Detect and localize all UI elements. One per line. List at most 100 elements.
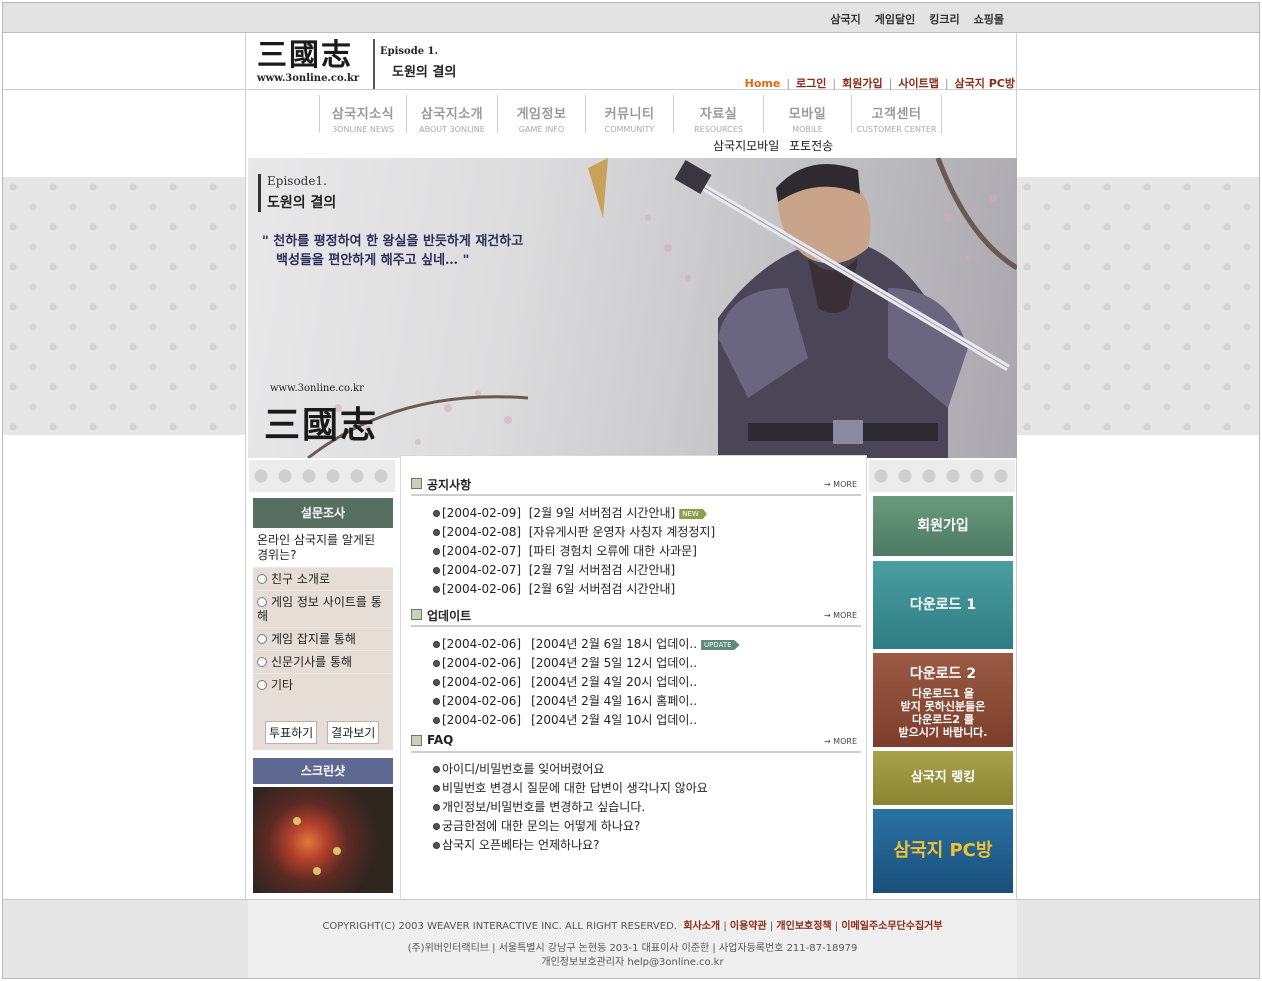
update-row[interactable]: [2004-02-06] [2004년 2월 4일 20시 업데이..: [411, 673, 861, 692]
nav-login-link[interactable]: 로그인: [796, 75, 826, 91]
update-row[interactable]: [2004-02-06] [2004년 2월 4일 16시 홈페이..: [411, 692, 861, 711]
notice-text[interactable]: [2월 6일 서버점검 시간안내]: [529, 582, 675, 596]
footer-link-terms[interactable]: 이용약관: [730, 921, 767, 932]
faq-question[interactable]: 아이디/비밀번호를 잊어버렸어요: [442, 762, 604, 776]
top-link-kingkri[interactable]: 킹크리: [929, 11, 959, 27]
faq-question[interactable]: 삼국지 오픈베타는 언제하나요?: [442, 838, 600, 852]
radio-button[interactable]: [257, 680, 267, 690]
nav-separator: |: [786, 76, 791, 90]
main-menu: 삼국지소식 3ONLINE NEWS 삼국지소개 ABOUT 3ONLINE 게…: [319, 95, 942, 134]
update-row[interactable]: [2004-02-06] [2004년 2월 5일 12시 업데이..: [411, 654, 861, 673]
update-text[interactable]: [2004년 2월 4일 20시 업데이..: [531, 675, 697, 689]
footer-link-privacy[interactable]: 개인보호정책: [776, 921, 831, 932]
notice-text[interactable]: [파티 경험치 오류에 대한 사과문]: [529, 544, 697, 558]
menu-item-about[interactable]: 삼국지소개 ABOUT 3ONLINE: [407, 95, 498, 134]
faq-row[interactable]: 개인정보/비밀번호를 변경하고 싶습니다.: [411, 798, 861, 817]
menu-label: 삼국지소개: [420, 107, 484, 122]
download2-button[interactable]: 다운로드 2 다운로드1 을 받지 못하신분들은 다운로드2 를 받으시기 바랍…: [873, 653, 1013, 747]
menu-item-community[interactable]: 커뮤니티 COMMUNITY: [586, 95, 674, 134]
poll-option[interactable]: 친구 소개로: [253, 567, 393, 590]
bullet-icon: [433, 529, 440, 536]
header-divider: [3, 89, 1259, 90]
right-ornament: [869, 460, 1015, 492]
menu-item-customer-center[interactable]: 고객센터 CUSTOMER CENTER: [852, 95, 942, 134]
menu-item-resources[interactable]: 자료실 RESOURCES: [674, 95, 764, 134]
update-row[interactable]: [2004-02-06] [2004년 2월 4일 10시 업데이..: [411, 711, 861, 730]
nav-pcbang-link[interactable]: 삼국지 PC방: [955, 75, 1015, 91]
logo-divider: [373, 39, 375, 89]
menu-sublabel: MOBILE: [792, 125, 823, 134]
vote-button[interactable]: 투표하기: [265, 721, 318, 744]
notice-date: [2004-02-06]: [442, 582, 522, 596]
faq-row[interactable]: 비밀번호 변경시 질문에 대한 답변이 생각나지 않아요: [411, 779, 861, 798]
notice-row[interactable]: [2004-02-09] [2월 9일 서버점검 시간안내] NEW: [411, 504, 861, 523]
faq-row[interactable]: 아이디/비밀번호를 잊어버렸어요: [411, 760, 861, 779]
faq-question[interactable]: 개인정보/비밀번호를 변경하고 싶습니다.: [442, 800, 645, 814]
faq-question[interactable]: 궁금한점에 대한 문의는 어떻게 하나요?: [442, 819, 640, 833]
menu-item-game-info[interactable]: 게임정보 GAME INFO: [498, 95, 586, 134]
update-row[interactable]: [2004-02-06] [2004년 2월 6일 18시 업데이.. UPDATE: [411, 635, 861, 654]
nav-sitemap-link[interactable]: 사이트맵: [898, 75, 938, 91]
notice-row[interactable]: [2004-02-07] [파티 경험치 오류에 대한 사과문]: [411, 542, 861, 561]
poll-option[interactable]: 기타: [253, 673, 393, 696]
footer-link-company[interactable]: 회사소개: [683, 921, 720, 932]
screenshot-thumbnail[interactable]: [253, 787, 393, 893]
faq-question[interactable]: 비밀번호 변경시 질문에 대한 답변이 생각나지 않아요: [442, 781, 708, 795]
nav-join-link[interactable]: 회원가입: [842, 75, 882, 91]
notice-text[interactable]: [2월 7일 서버점검 시간안내]: [529, 563, 675, 577]
top-link-samguk[interactable]: 삼국지: [830, 11, 860, 27]
update-text[interactable]: [2004년 2월 4일 16시 홈페이..: [531, 694, 697, 708]
menu-item-news[interactable]: 삼국지소식 3ONLINE NEWS: [319, 95, 407, 134]
notice-row[interactable]: [2004-02-07] [2월 7일 서버점검 시간안내]: [411, 561, 861, 580]
bullet-icon: [433, 823, 440, 830]
faq-row[interactable]: 궁금한점에 대한 문의는 어떻게 하나요?: [411, 817, 861, 836]
faq-title: FAQ: [427, 733, 454, 747]
screenshot-title: 스크린샷: [253, 758, 393, 784]
menu-item-mobile[interactable]: 모바일 MOBILE: [764, 95, 852, 134]
update-more-link[interactable]: → MORE: [824, 611, 857, 620]
notice-text[interactable]: [자유게시판 운영자 사칭자 계정정지]: [529, 525, 715, 539]
center-content: 공지사항 → MORE [2004-02-09] [2월 9일 서버점검 시간안…: [400, 455, 867, 900]
bullet-icon: [433, 717, 440, 724]
join-button[interactable]: 회원가입: [873, 496, 1013, 556]
pcbang-button[interactable]: 삼국지 PC방: [873, 809, 1013, 893]
top-link-game-master[interactable]: 게임달인: [875, 11, 915, 27]
download1-button[interactable]: 다운로드 1: [873, 561, 1013, 649]
notice-row[interactable]: [2004-02-06] [2월 6일 서버점검 시간안내]: [411, 580, 861, 599]
episode-label: Episode 1.: [380, 46, 438, 57]
hero-quote: " 천하를 평정하여 한 왕실을 반듯하게 재건하고 백성들을 편안하게 해주고…: [262, 232, 523, 270]
faq-more-link[interactable]: → MORE: [824, 737, 857, 746]
bullet-icon: [433, 804, 440, 811]
radio-button[interactable]: [257, 574, 267, 584]
poll-box: 온라인 삼국지를 알게된 경위는? 친구 소개로 게임 정보 사이트를 통해 게…: [253, 528, 393, 750]
menu-label: 커뮤니티: [604, 107, 655, 122]
faq-row[interactable]: 삼국지 오픈베타는 언제하나요?: [411, 836, 861, 855]
notice-date: [2004-02-07]: [442, 563, 522, 577]
menu-label: 삼국지소식: [331, 107, 395, 122]
notice-more-link[interactable]: → MORE: [824, 480, 857, 489]
hero-url: www.3online.co.kr: [270, 383, 364, 394]
bullet-icon: [433, 785, 440, 792]
radio-button[interactable]: [257, 597, 267, 607]
poll-option[interactable]: 게임 정보 사이트를 통해: [253, 590, 393, 627]
nav-home-link[interactable]: Home: [745, 77, 781, 90]
results-button[interactable]: 결과보기: [327, 721, 380, 744]
notice-row[interactable]: [2004-02-08] [자유게시판 운영자 사칭자 계정정지]: [411, 523, 861, 542]
poll-option[interactable]: 신문기사를 통해: [253, 650, 393, 673]
radio-button[interactable]: [257, 657, 267, 667]
notice-text[interactable]: [2월 9일 서버점검 시간안내]: [529, 506, 675, 520]
faq-section: FAQ → MORE 아이디/비밀번호를 잊어버렸어요 비밀번호 변경시 질문에…: [411, 731, 861, 855]
site-logo[interactable]: 三國志 www.3online.co.kr: [257, 40, 373, 90]
notice-date: [2004-02-09]: [442, 506, 522, 520]
update-text[interactable]: [2004년 2월 4일 10시 업데이..: [531, 713, 697, 727]
page-frame: 삼국지 게임달인 킹크리 쇼핑몰 三國志 www.3online.co.kr E…: [2, 2, 1260, 979]
update-text[interactable]: [2004년 2월 6일 18시 업데이..: [531, 637, 697, 651]
update-text[interactable]: [2004년 2월 5일 12시 업데이..: [531, 656, 697, 670]
top-link-shopping[interactable]: 쇼핑몰: [974, 11, 1004, 27]
hero-banner: Episode1. 도원의 결의 " 천하를 평정하여 한 왕실을 반듯하게 재…: [248, 158, 1017, 458]
footer-link-email-refusal[interactable]: 이메일주소무단수집거부: [841, 921, 942, 932]
poll-option[interactable]: 게임 잡지를 통해: [253, 627, 393, 650]
submenu-mobile-photo[interactable]: 삼국지모바일 포토전송: [713, 137, 833, 154]
radio-button[interactable]: [257, 634, 267, 644]
ranking-button[interactable]: 삼국지 랭킹: [873, 751, 1013, 805]
